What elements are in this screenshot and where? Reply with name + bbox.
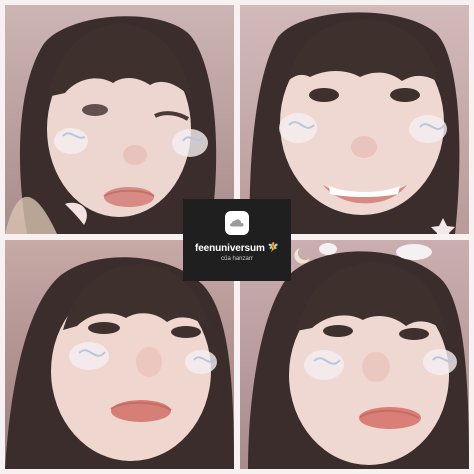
overlay-subtitle: của hanzarr	[221, 256, 253, 262]
cloud-icon	[225, 211, 249, 235]
overlay-title: feenuniversum	[194, 243, 265, 254]
badge-title-row: feenuniversum 🧚	[195, 243, 279, 254]
profile-overlay: feenuniversum 🧚 của hanzarr	[183, 199, 291, 281]
photo-collage: feenuniversum 🧚 của hanzarr	[0, 0, 474, 474]
fairy-icon: 🧚	[267, 243, 280, 253]
